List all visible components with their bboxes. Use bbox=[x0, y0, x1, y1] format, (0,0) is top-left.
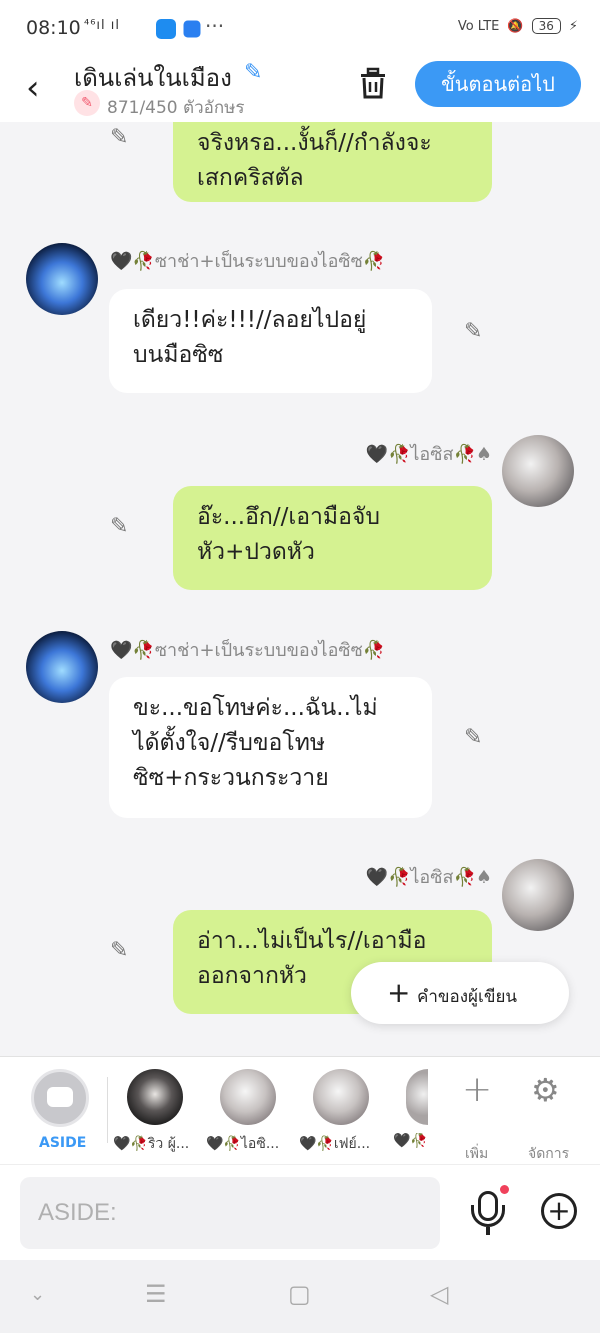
sender-name: 🖤🥀ซาช่า+เป็นระบบของไอซิซ🥀 bbox=[110, 640, 386, 661]
menu-icon[interactable]: ☰ bbox=[145, 1280, 167, 1308]
message-line: อ๊ะ...อึก//เอามือจับ bbox=[197, 504, 380, 530]
character-counter: 871/450 ตัวอักษร bbox=[107, 98, 245, 118]
aside-button[interactable] bbox=[31, 1069, 89, 1127]
message-line: อ่าา...ไม่เป็นไร//เอามือ bbox=[197, 928, 427, 954]
app-notification-icon bbox=[156, 19, 176, 39]
message-bubble[interactable]: เดียว!!ค่ะ!!!//ลอยไปอยู่ บนมือซิซ bbox=[109, 289, 432, 393]
volte-icon: Vo LTE bbox=[457, 18, 500, 34]
home-icon[interactable]: ▢ bbox=[288, 1280, 311, 1308]
author-note-label: คำของผู้เขียน bbox=[417, 987, 518, 1007]
header: ‹ เดินเล่นในเมือง ✎ ✎ 871/450 ตัวอักษร ข… bbox=[0, 58, 600, 122]
character-bar: ASIDE 🖤🥀ริว ผู้... 🖤🥀ไอซิ... 🖤🥀เฟย์... 🖤… bbox=[0, 1056, 600, 1164]
avatar[interactable] bbox=[26, 243, 98, 315]
chevron-down-icon[interactable]: ⌄ bbox=[30, 1284, 45, 1305]
character-avatar[interactable] bbox=[127, 1069, 183, 1125]
message-input[interactable] bbox=[20, 1177, 440, 1249]
edit-message-icon[interactable]: ✎ bbox=[110, 125, 128, 150]
pencil-icon: ✎ bbox=[74, 90, 100, 116]
chat-area: ✎ จริงหรอ...งั้นก็//กำลังจะ เสกคริสตัล 🖤… bbox=[0, 122, 600, 1056]
notification-dot bbox=[500, 1185, 509, 1194]
manage-label[interactable]: จัดการ bbox=[528, 1143, 569, 1165]
character-name: 🖤🥀เฟย์... bbox=[299, 1136, 371, 1152]
battery-icon: 36 bbox=[531, 18, 561, 34]
next-step-button[interactable]: ขั้นตอนต่อไป bbox=[415, 61, 581, 107]
back-button[interactable]: ‹ bbox=[26, 68, 40, 108]
add-character-icon[interactable]: + bbox=[462, 1069, 492, 1110]
character-avatar[interactable] bbox=[220, 1069, 276, 1125]
sender-name: 🖤🥀ไอซิส🥀♠ bbox=[365, 867, 492, 888]
input-bar: + bbox=[0, 1164, 600, 1260]
story-title[interactable]: เดินเล่นในเมือง bbox=[74, 58, 232, 97]
add-content-button[interactable]: + bbox=[541, 1193, 577, 1229]
author-note-button[interactable]: + คำของผู้เขียน bbox=[351, 962, 569, 1024]
edit-message-icon[interactable]: ✎ bbox=[464, 725, 482, 750]
trash-icon[interactable] bbox=[358, 66, 388, 100]
message-line: เสกคริสตัล bbox=[197, 165, 304, 191]
aside-label: ASIDE bbox=[39, 1135, 87, 1151]
edit-message-icon[interactable]: ✎ bbox=[464, 319, 482, 344]
avatar[interactable] bbox=[502, 859, 574, 931]
character-avatar[interactable] bbox=[313, 1069, 369, 1125]
character-name: 🖤🥀ริว ผู้... bbox=[113, 1136, 190, 1152]
back-nav-icon[interactable]: ◁ bbox=[430, 1280, 448, 1308]
charging-icon: ⚡ bbox=[568, 18, 578, 34]
app-notification-icon bbox=[183, 20, 201, 38]
edit-title-icon[interactable]: ✎ bbox=[244, 60, 262, 85]
gear-icon[interactable]: ⚙ bbox=[531, 1071, 560, 1109]
message-line: บนมือซิซ bbox=[133, 342, 224, 368]
sender-name: 🖤🥀ซาช่า+เป็นระบบของไอซิซ🥀 bbox=[110, 251, 386, 272]
microphone-icon[interactable] bbox=[471, 1191, 505, 1235]
message-bubble[interactable]: อ๊ะ...อึก//เอามือจับ หัว+ปวดหัว bbox=[173, 486, 492, 590]
message-line: ขะ...ขอโทษค่ะ...ฉัน..ไม่ bbox=[133, 695, 378, 721]
message-bubble[interactable]: จริงหรอ...งั้นก็//กำลังจะ เสกคริสตัล bbox=[173, 122, 492, 202]
status-time: 08:10 bbox=[26, 17, 81, 39]
edit-message-icon[interactable]: ✎ bbox=[110, 938, 128, 963]
message-line: จริงหรอ...งั้นก็//กำลังจะ bbox=[197, 130, 432, 156]
speech-bubble-icon bbox=[47, 1087, 73, 1107]
plus-icon: + bbox=[387, 976, 411, 1009]
character-name: 🖤🥀 bbox=[393, 1133, 428, 1149]
sender-name: 🖤🥀ไอซิส🥀♠ bbox=[365, 444, 492, 465]
divider bbox=[107, 1077, 108, 1143]
message-line: ได้ตั้งใจ//รีบขอโทษ bbox=[133, 730, 326, 756]
avatar[interactable] bbox=[502, 435, 574, 507]
add-label[interactable]: เพิ่ม bbox=[465, 1143, 488, 1165]
avatar[interactable] bbox=[26, 631, 98, 703]
more-notifications-icon: ··· bbox=[205, 14, 225, 38]
message-line: ซิซ+กระวนกระวาย bbox=[133, 765, 329, 791]
signal-icon: ⁴⁶ıl ıl bbox=[84, 18, 121, 33]
message-line: หัว+ปวดหัว bbox=[197, 539, 315, 565]
message-line: เดียว!!ค่ะ!!!//ลอยไปอยู่ bbox=[133, 307, 367, 333]
status-bar: 08:10 ⁴⁶ıl ıl ··· Vo LTE 🔕 36 ⚡ bbox=[0, 0, 600, 58]
edit-message-icon[interactable]: ✎ bbox=[110, 514, 128, 539]
character-avatar[interactable] bbox=[406, 1069, 428, 1125]
character-name: 🖤🥀ไอซิ... bbox=[206, 1136, 280, 1152]
system-nav-bar: ⌄ ☰ ▢ ◁ bbox=[0, 1260, 600, 1333]
message-bubble[interactable]: ขะ...ขอโทษค่ะ...ฉัน..ไม่ ได้ตั้งใจ//รีบข… bbox=[109, 677, 432, 818]
mute-icon: 🔕 bbox=[507, 18, 524, 34]
